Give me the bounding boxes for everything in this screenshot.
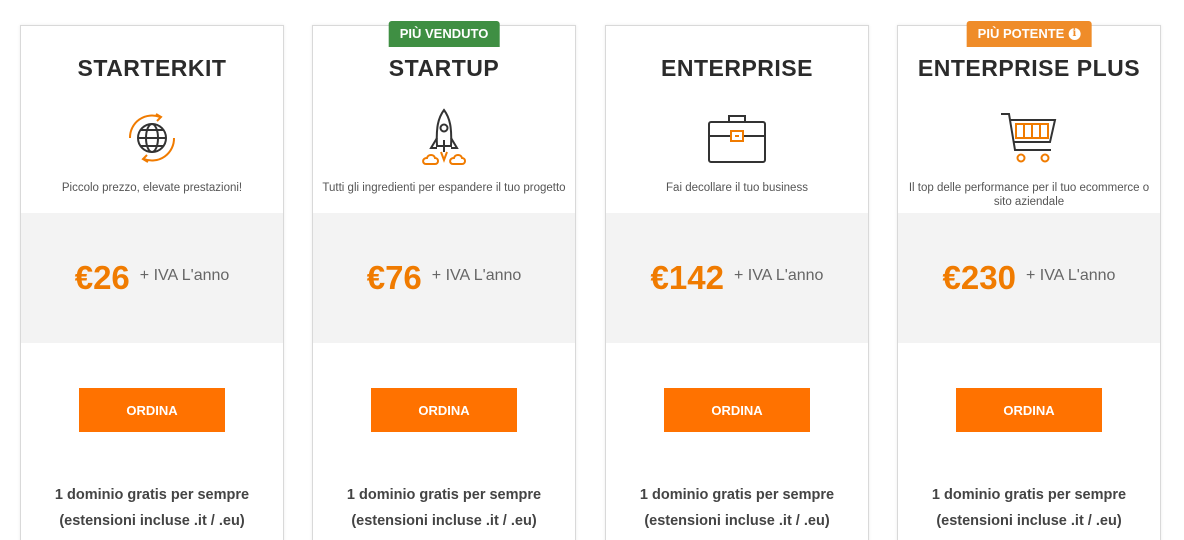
plan-card-enterprise-plus: PIÙ POTENTE i ENTERPRISE PLUS Il top del… — [897, 21, 1161, 540]
best-seller-badge: PIÙ VENDUTO — [388, 21, 500, 47]
rocket-icon — [422, 108, 466, 165]
price-suffix: + IVA L'anno — [733, 266, 824, 284]
plan-title: STARTERKIT — [77, 55, 227, 81]
price-suffix: + IVA L'anno — [1025, 266, 1116, 284]
order-button[interactable]: ORDINA — [956, 388, 1102, 432]
badge-label: PIÙ POTENTE — [977, 26, 1065, 41]
feature-line: 1 dominio gratis per sempre — [931, 487, 1127, 503]
price-amount: €230 — [942, 259, 1016, 296]
briefcase-icon — [708, 115, 766, 163]
price-amount: €142 — [650, 259, 724, 296]
plan-card-startup: PIÙ VENDUTO STARTUP Tutti gli ingredient… — [312, 21, 576, 540]
plan-title: ENTERPRISE — [661, 55, 813, 81]
badge-label: PIÙ VENDUTO — [399, 26, 489, 41]
price-box: €26 + IVA L'anno — [21, 213, 283, 343]
plan-description: Tutti gli ingredienti per espandere il t… — [322, 182, 566, 194]
plan-feature: 1 dominio gratis per sempre (estensioni … — [606, 482, 868, 534]
order-button[interactable]: ORDINA — [664, 388, 810, 432]
feature-line: 1 dominio gratis per sempre — [54, 487, 250, 503]
feature-line: 1 dominio gratis per sempre — [346, 487, 542, 503]
plan-feature: 1 dominio gratis per sempre (estensioni … — [21, 482, 283, 534]
feature-line: (estensioni incluse .it / .eu) — [936, 513, 1122, 529]
order-button[interactable]: ORDINA — [79, 388, 225, 432]
feature-line: (estensioni incluse .it / .eu) — [351, 513, 537, 529]
price-suffix: + IVA L'anno — [431, 266, 522, 284]
plan-card-enterprise: ENTERPRISE Fai decollare il tuo business… — [605, 25, 869, 540]
plan-feature: 1 dominio gratis per sempre (estensioni … — [898, 482, 1160, 534]
price-box: €142 + IVA L'anno — [606, 213, 868, 343]
feature-line: 1 dominio gratis per sempre — [639, 487, 835, 503]
plan-description: Il top delle performance per il tuo ecom… — [908, 182, 1150, 208]
most-powerful-badge: PIÙ POTENTE i — [966, 21, 1092, 47]
pricing-plans: STARTERKIT Piccolo prezzo, elevate prest… — [0, 0, 1184, 540]
feature-line: (estensioni incluse .it / .eu) — [644, 513, 830, 529]
plan-description: Fai decollare il tuo business — [666, 182, 808, 194]
price-amount: €76 — [366, 259, 422, 296]
plan-title: ENTERPRISE PLUS — [917, 55, 1141, 81]
plan-description: Piccolo prezzo, elevate prestazioni! — [61, 182, 243, 194]
info-icon[interactable]: i — [1068, 28, 1081, 40]
price-amount: €26 — [74, 259, 130, 296]
globe-icon — [128, 113, 176, 163]
order-button[interactable]: ORDINA — [371, 388, 517, 432]
plan-card-starterkit: STARTERKIT Piccolo prezzo, elevate prest… — [20, 25, 284, 540]
shopping-cart-icon — [1001, 113, 1057, 163]
price-box: €230 + IVA L'anno — [898, 213, 1160, 343]
plan-feature: 1 dominio gratis per sempre (estensioni … — [313, 482, 575, 534]
price-box: €76 + IVA L'anno — [313, 213, 575, 343]
price-suffix: + IVA L'anno — [139, 266, 230, 284]
plan-title: STARTUP — [388, 55, 500, 81]
feature-line: (estensioni incluse .it / .eu) — [59, 513, 245, 529]
